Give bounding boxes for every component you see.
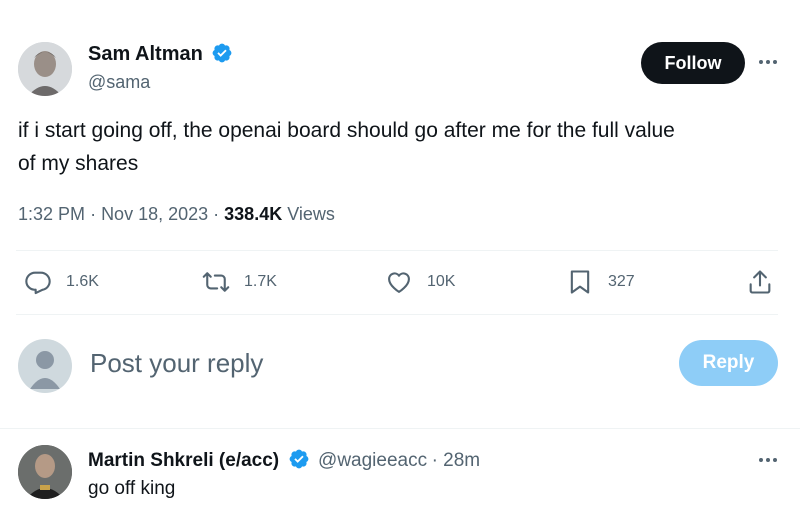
reply-header: Martin Shkreli (e/acc) @wagieeacc · 28m (88, 449, 481, 471)
more-options-icon[interactable] (752, 450, 784, 470)
reply-count: 1.6K (66, 273, 99, 290)
divider (16, 314, 778, 315)
reply-button[interactable]: Reply (679, 340, 778, 386)
bookmark-count: 327 (608, 273, 635, 290)
author-name[interactable]: Sam Altman (88, 43, 203, 65)
repost-icon (202, 272, 230, 292)
divider (0, 428, 800, 429)
author-avatar[interactable] (18, 42, 72, 96)
reply-time[interactable]: 28m (443, 450, 480, 471)
verified-badge-icon (212, 43, 232, 63)
reply-author-name[interactable]: Martin Shkreli (e/acc) (88, 450, 279, 471)
reply-input[interactable]: Post your reply (90, 348, 263, 379)
repost-count: 1.7K (244, 273, 277, 290)
tweet-text-line: if i start going off, the openai board s… (18, 119, 675, 142)
like-action[interactable]: 10K (385, 268, 455, 296)
views-count: 338.4K (224, 204, 283, 224)
default-avatar-icon (30, 351, 60, 389)
bookmark-action[interactable]: 327 (566, 268, 635, 296)
tweet-text: if i start going off, the openai board s… (18, 114, 788, 180)
reply-action[interactable]: 1.6K (24, 268, 99, 296)
tweet-time[interactable]: 1:32 PM (18, 204, 85, 224)
verified-badge-icon (289, 449, 308, 469)
author-photo-icon (18, 42, 72, 96)
views-label: Views (287, 204, 335, 224)
like-count: 10K (427, 273, 456, 290)
author-name-row: Sam Altman (88, 42, 233, 66)
share-icon (749, 270, 771, 294)
reply-author-photo-icon (18, 445, 72, 499)
tweet-text-line: of my shares (18, 152, 139, 175)
tweet-meta: 1:32 PM · Nov 18, 2023 · 338.4K Views (18, 204, 335, 224)
reply-text: go off king (88, 478, 176, 499)
divider (16, 250, 778, 251)
tweet-date[interactable]: Nov 18, 2023 (101, 204, 208, 224)
heart-icon (388, 272, 410, 293)
author-handle[interactable]: @sama (88, 72, 150, 93)
share-action[interactable] (746, 268, 774, 296)
bookmark-icon (570, 270, 590, 294)
reply-author-handle[interactable]: @wagieeacc (318, 450, 427, 471)
more-options-icon[interactable] (752, 52, 784, 72)
reply-author-avatar[interactable] (18, 445, 72, 499)
follow-button[interactable]: Follow (641, 42, 745, 84)
repost-action[interactable]: 1.7K (202, 268, 277, 296)
user-avatar (18, 339, 72, 393)
reply-icon (25, 271, 51, 295)
